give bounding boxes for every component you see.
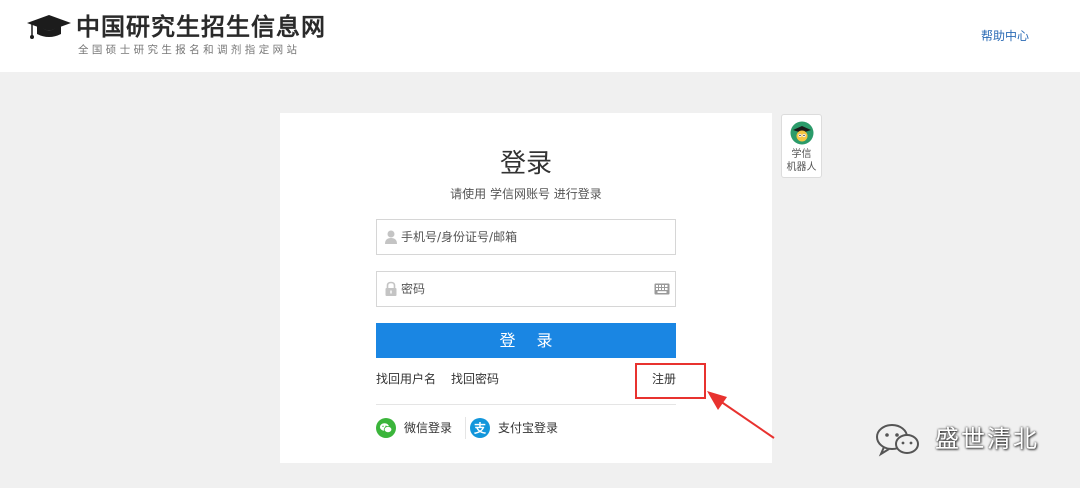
site-title: 中国研究生招生信息网 (76, 12, 326, 41)
login-button[interactable]: 登 录 (376, 323, 676, 358)
wechat-login-label: 微信登录 (404, 421, 453, 435)
alipay-login-label: 支付宝登录 (498, 421, 559, 435)
robot-label-line1: 学信 (791, 149, 812, 160)
social-separator (465, 417, 466, 439)
login-subtitle: 请使用 学信网账号 进行登录 (450, 187, 602, 201)
keyboard-icon[interactable] (654, 283, 670, 295)
divider (376, 404, 676, 405)
login-title: 登录 (499, 149, 552, 179)
watermark-text: 盛世清北 (935, 425, 1039, 453)
site-header: 中国研究生招生信息网 全国硕士研究生报名和调剂指定网站 帮助中心 (0, 0, 1080, 72)
username-field[interactable] (376, 219, 676, 255)
user-icon (385, 230, 397, 244)
forgot-username-link[interactable]: 找回用户名 (376, 371, 436, 387)
lock-icon (385, 281, 397, 296)
robot-label-line2: 机器人 (786, 162, 817, 173)
password-input[interactable] (401, 278, 641, 300)
graduation-cap-icon (27, 15, 71, 39)
wechat-icon (376, 418, 396, 438)
login-card: 登录 请使用 学信网账号 进行登录 登 录 找回用户名 找回密 (280, 113, 772, 463)
wechat-watermark-icon (876, 424, 919, 457)
help-center-link[interactable]: 帮助中心 (981, 28, 1029, 44)
robot-label: 学信 机器人 (782, 148, 821, 174)
svg-text:支: 支 (473, 421, 487, 436)
forgot-password-link[interactable]: 找回密码 (451, 371, 499, 387)
username-input[interactable] (401, 226, 641, 248)
site-subtitle: 全国硕士研究生报名和调剂指定网站 (78, 44, 301, 56)
password-field[interactable] (376, 271, 676, 307)
red-arrow-icon (707, 391, 775, 439)
register-highlight-box (635, 363, 706, 399)
robot-avatar-icon (790, 121, 814, 145)
robot-assistant-button[interactable]: 学信 机器人 (781, 114, 822, 178)
alipay-icon: 支 (470, 418, 490, 438)
